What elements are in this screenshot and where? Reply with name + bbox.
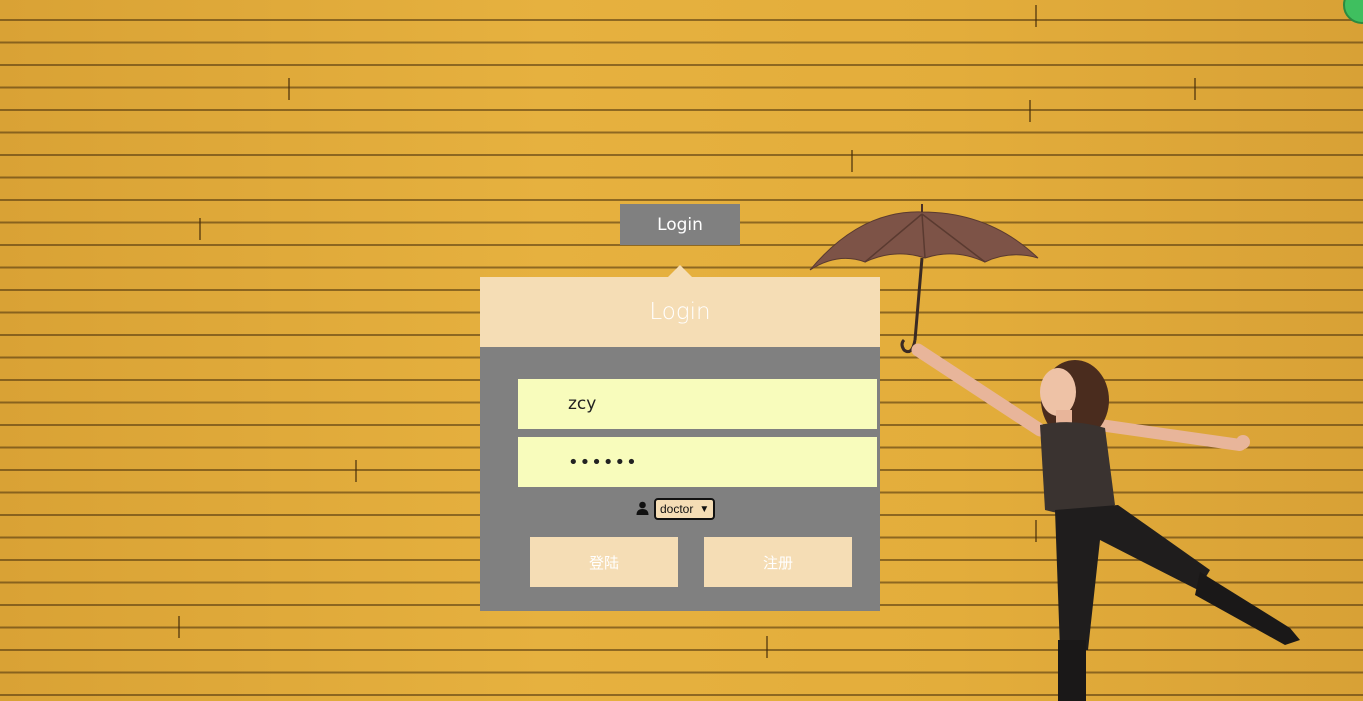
login-button-label: 登陆 <box>588 553 619 572</box>
panel-pointer-arrow <box>668 265 692 277</box>
username-value: zcy <box>568 394 597 414</box>
password-value: •••••• <box>568 451 638 473</box>
role-row: doctor ▼ <box>636 498 716 520</box>
role-selected-value: doctor <box>660 502 694 516</box>
login-tab[interactable]: Login <box>620 204 740 245</box>
role-select[interactable]: doctor ▼ <box>654 498 716 520</box>
password-input[interactable]: •••••• <box>518 437 877 487</box>
chevron-down-icon: ▼ <box>699 503 710 515</box>
register-button[interactable]: 注册 <box>704 537 852 587</box>
login-form: zcy •••••• doctor ▼ 登陆 注册 <box>480 347 880 611</box>
panel-title: Login <box>649 299 711 325</box>
user-icon <box>636 500 649 519</box>
login-button[interactable]: 登陆 <box>530 537 678 587</box>
login-tab-label: Login <box>657 214 703 235</box>
register-button-label: 注册 <box>762 553 793 572</box>
username-input[interactable]: zcy <box>518 379 877 429</box>
panel-header: Login <box>480 277 880 347</box>
